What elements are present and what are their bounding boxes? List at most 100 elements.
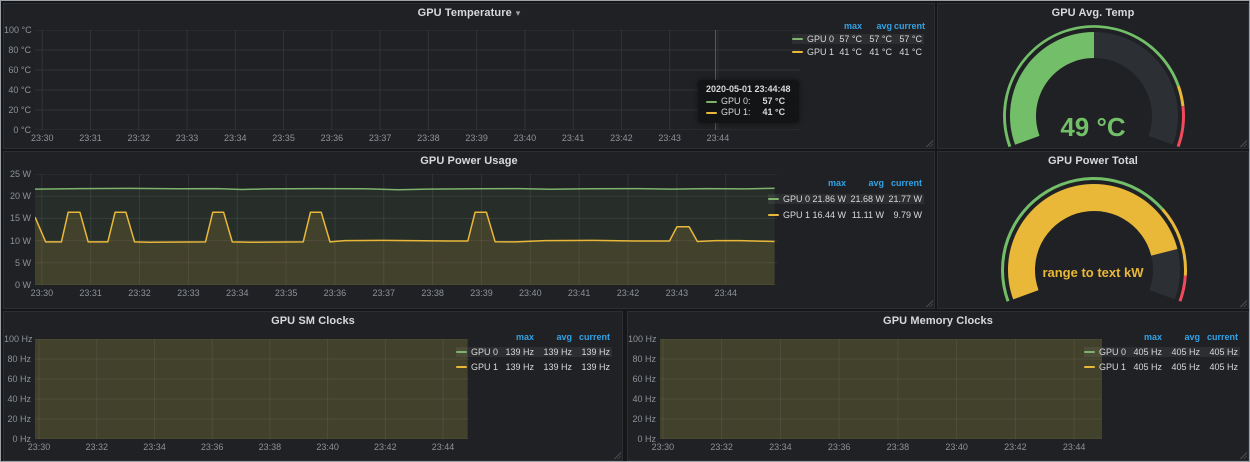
x-axis-tick-label: 23:33 bbox=[173, 288, 203, 298]
legend-value: 11.11 W bbox=[848, 210, 886, 220]
x-axis-tick-label: 23:41 bbox=[558, 133, 588, 143]
x-axis-tick-label: 23:34 bbox=[222, 288, 252, 298]
x-axis-tick-label: 23:42 bbox=[606, 133, 636, 143]
legend-value: 16.44 W bbox=[810, 210, 848, 220]
legend-value: 57 °C bbox=[894, 34, 924, 44]
x-axis-tick-label: 23:34 bbox=[765, 442, 795, 452]
gauge-value-text: range to text kW bbox=[938, 265, 1248, 280]
series-color-swatch bbox=[768, 198, 779, 200]
gpu-power-total-gauge bbox=[938, 152, 1248, 308]
y-axis-tick-label: 100 Hz bbox=[4, 334, 31, 344]
x-axis-tick-label: 23:38 bbox=[883, 442, 913, 452]
panel-resize-handle[interactable] bbox=[613, 451, 621, 459]
x-axis-tick-label: 23:37 bbox=[365, 133, 395, 143]
grafana-dashboard: GPU Temperature▾ 0 °C20 °C40 °C60 °C80 °… bbox=[0, 0, 1250, 462]
series-color-swatch bbox=[706, 101, 717, 103]
series-area-gpu1 bbox=[35, 339, 468, 439]
y-axis-tick-label: 80 Hz bbox=[4, 354, 31, 364]
legend-header-avg[interactable]: avg bbox=[864, 21, 894, 31]
y-axis-tick-label: 10 W bbox=[4, 236, 31, 246]
panel-gpu-power-total: GPU Power Total range to text kW bbox=[937, 151, 1249, 309]
x-axis-tick-label: 23:31 bbox=[76, 133, 106, 143]
series-color-swatch bbox=[1084, 366, 1095, 368]
legend-table: maxavgcurrentGPU 021.86 W21.68 W21.77 WG… bbox=[768, 176, 924, 221]
gpu-memory-clocks-plot[interactable] bbox=[660, 339, 1102, 439]
x-axis-tick-label: 23:44 bbox=[428, 442, 458, 452]
x-axis-tick-label: 23:38 bbox=[255, 442, 285, 452]
x-axis-tick-label: 23:39 bbox=[466, 288, 496, 298]
legend-table: maxavgcurrentGPU 0405 Hz405 Hz405 HzGPU … bbox=[1084, 330, 1240, 373]
legend-header-avg[interactable]: avg bbox=[536, 332, 574, 342]
legend-header-current[interactable]: current bbox=[886, 178, 924, 188]
legend-table: maxavgcurrentGPU 057 °C57 °C57 °CGPU 141… bbox=[792, 19, 924, 58]
legend-header-max[interactable]: max bbox=[834, 21, 864, 31]
tooltip-series-row: GPU 0:57 °C bbox=[706, 96, 791, 107]
y-axis-tick-label: 60 Hz bbox=[4, 374, 31, 384]
legend-header-max[interactable]: max bbox=[1126, 332, 1164, 342]
legend-header-avg[interactable]: avg bbox=[1164, 332, 1202, 342]
legend-value: 57 °C bbox=[864, 34, 894, 44]
legend-value: 405 Hz bbox=[1126, 362, 1164, 372]
legend-series-gpu0[interactable]: GPU 0 bbox=[1084, 347, 1126, 357]
legend-series-gpu1[interactable]: GPU 1 bbox=[1084, 362, 1126, 372]
x-axis-tick-label: 23:32 bbox=[82, 442, 112, 452]
legend-series-name: GPU 1 bbox=[471, 362, 498, 372]
y-axis-tick-label: 20 Hz bbox=[628, 414, 656, 424]
panel-resize-handle[interactable] bbox=[925, 139, 933, 147]
legend-value: 57 °C bbox=[834, 34, 864, 44]
y-axis-tick-label: 100 °C bbox=[4, 25, 31, 35]
x-axis-tick-label: 23:32 bbox=[125, 288, 155, 298]
legend-value: 9.79 W bbox=[886, 210, 924, 220]
y-axis-tick-label: 100 Hz bbox=[628, 334, 656, 344]
tooltip-series-value: 41 °C bbox=[763, 107, 786, 118]
gpu-temperature-plot[interactable] bbox=[35, 30, 800, 130]
legend-header-current[interactable]: current bbox=[1202, 332, 1240, 342]
legend-series-name: GPU 0 bbox=[783, 194, 810, 204]
x-axis-tick-label: 23:43 bbox=[662, 288, 692, 298]
x-axis-tick-label: 23:32 bbox=[707, 442, 737, 452]
gpu-sm-clocks-plot[interactable] bbox=[35, 339, 469, 439]
x-axis-tick-label: 23:30 bbox=[24, 442, 54, 452]
legend-header-current[interactable]: current bbox=[894, 21, 924, 31]
legend-value: 21.68 W bbox=[848, 194, 886, 204]
legend-series-gpu1[interactable]: GPU 1 bbox=[792, 47, 834, 57]
panel-gpu-memory-clocks: GPU Memory Clocks 0 Hz20 Hz40 Hz60 Hz80 … bbox=[627, 311, 1249, 461]
x-axis-tick-label: 23:40 bbox=[510, 133, 540, 143]
legend-series-gpu0[interactable]: GPU 0 bbox=[792, 34, 834, 44]
legend-series-gpu1[interactable]: GPU 1 bbox=[456, 362, 498, 372]
legend-series-gpu0[interactable]: GPU 0 bbox=[768, 194, 810, 204]
x-axis-tick-label: 23:41 bbox=[564, 288, 594, 298]
tooltip-series-value: 57 °C bbox=[763, 96, 786, 107]
panel-resize-handle[interactable] bbox=[1239, 451, 1247, 459]
legend-series-name: GPU 1 bbox=[1099, 362, 1126, 372]
tooltip-timestamp: 2020-05-01 23:44:48 bbox=[706, 84, 791, 95]
panel-title: GPU Memory Clocks bbox=[883, 315, 993, 327]
legend-value: 139 Hz bbox=[498, 347, 536, 357]
legend-series-gpu0[interactable]: GPU 0 bbox=[456, 347, 498, 357]
y-axis-tick-label: 20 °C bbox=[4, 105, 31, 115]
y-axis-tick-label: 20 Hz bbox=[4, 414, 31, 424]
panel-gpu-temperature: GPU Temperature▾ 0 °C20 °C40 °C60 °C80 °… bbox=[3, 3, 935, 149]
x-axis-tick-label: 23:30 bbox=[648, 442, 678, 452]
panel-gpu-power-usage: GPU Power Usage 0 W5 W10 W15 W20 W25 W23… bbox=[3, 151, 935, 309]
legend-series-gpu1[interactable]: GPU 1 bbox=[768, 210, 810, 220]
legend-header-max[interactable]: max bbox=[810, 178, 848, 188]
legend-value: 21.77 W bbox=[886, 194, 924, 204]
legend-series-name: GPU 1 bbox=[807, 47, 834, 57]
legend-value: 139 Hz bbox=[498, 362, 536, 372]
x-axis-tick-label: 23:43 bbox=[655, 133, 685, 143]
x-axis-tick-label: 23:36 bbox=[197, 442, 227, 452]
legend-header-avg[interactable]: avg bbox=[848, 178, 886, 188]
legend-value: 405 Hz bbox=[1202, 362, 1240, 372]
legend-value: 41 °C bbox=[834, 47, 864, 57]
legend-header-max[interactable]: max bbox=[498, 332, 536, 342]
tooltip-series-row: GPU 1:41 °C bbox=[706, 107, 791, 118]
x-axis-tick-label: 23:36 bbox=[824, 442, 854, 452]
gpu-power-usage-plot[interactable] bbox=[35, 174, 777, 285]
legend-header-current[interactable]: current bbox=[574, 332, 612, 342]
series-color-swatch bbox=[456, 366, 467, 368]
panel-resize-handle[interactable] bbox=[925, 299, 933, 307]
x-axis-tick-label: 23:30 bbox=[27, 133, 57, 143]
panel-title-dropdown[interactable]: GPU Temperature▾ bbox=[4, 7, 934, 19]
x-axis-tick-label: 23:40 bbox=[942, 442, 972, 452]
